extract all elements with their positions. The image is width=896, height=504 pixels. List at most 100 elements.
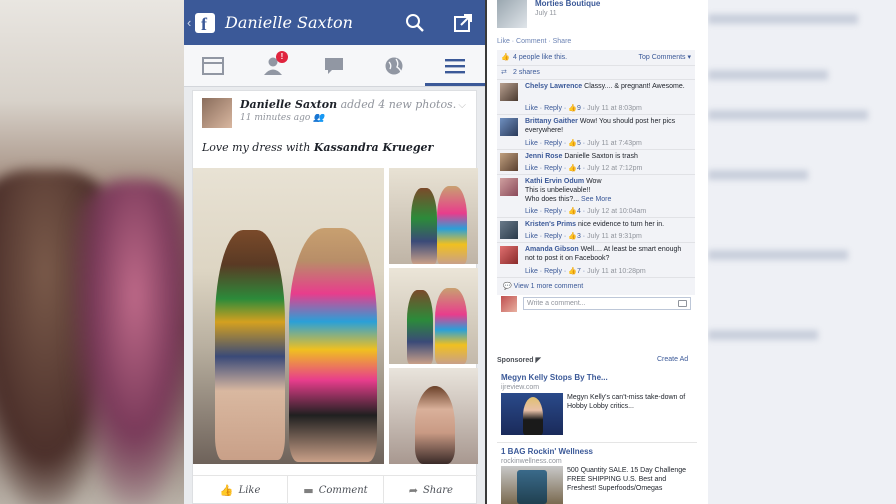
thumbs-up-icon: 👍 [568,233,577,240]
thumbs-up-icon: 👍 [219,484,234,497]
comment-icon: 💬 [503,283,512,290]
tagged-friend-link[interactable]: Kassandra Krueger [314,141,433,154]
profile-title: Danielle Saxton [225,13,353,32]
photo-thumb-2[interactable] [389,268,478,364]
create-ad-link[interactable]: Create Ad [657,356,688,363]
commenter-name[interactable]: Kristen's Prims [525,221,576,228]
post-action: added 4 new photos. [340,98,457,111]
post-text: Love my dress with Kassandra Krueger [202,141,434,154]
ad-url: rockinwellness.com [501,458,562,465]
avatar[interactable] [500,153,518,171]
comment-input[interactable]: Write a comment... [523,297,691,310]
commenter-name[interactable]: Jenni Rose [525,153,562,160]
comment-meta: Like · Reply · 👍3 · July 11 at 9:31pm [525,233,642,240]
comment-reply-link[interactable]: Reply [544,105,562,112]
comment-reply-link[interactable]: Reply [544,233,562,240]
ad-image[interactable] [501,466,563,504]
post-timestamp[interactable]: 11 minutes ago 👥 [240,113,324,123]
comment-like-link[interactable]: Like [525,208,538,215]
avatar[interactable] [202,98,232,128]
comment-reply-link[interactable]: Reply [544,268,562,275]
comment-like-link[interactable]: Like [525,268,538,275]
chevron-down-icon[interactable]: ⌵ [458,100,466,111]
screenshot: ‹ f Danielle Saxton ! Danielle Saxton ad… [0,0,896,504]
notification-badge: ! [276,51,288,63]
comments-column: Morties Boutique July 11 Like · Comment … [487,0,708,504]
ad-title-link[interactable]: 1 BAG Rockin' Wellness [501,447,593,456]
write-comment-row: Write a comment... [501,296,691,312]
comment-1: Chelsy Lawrence Classy.... & pregnant! A… [497,80,695,115]
page-name-link[interactable]: Morties Boutique [535,0,600,8]
comment-meta: Like · Reply · 👍4 · July 12 at 10:04am [525,208,647,215]
commenter-name[interactable]: Chelsy Lawrence [525,83,582,90]
avatar[interactable] [500,246,518,264]
comment-text: Danielle Saxton is trash [564,153,638,160]
comment-like-link[interactable]: Like [525,165,538,172]
comment-like-link[interactable]: Like [525,140,538,147]
camera-icon[interactable] [678,300,687,307]
comment-reply-link[interactable]: Reply [544,208,562,215]
active-tab-indicator [425,83,485,86]
share-icon: ⇄ [501,69,507,76]
avatar[interactable] [500,221,518,239]
post-header: Danielle Saxton added 4 new photos. [240,98,456,111]
search-icon[interactable] [404,12,426,34]
post-actions: 👍 Like ▬ Comment ➦ Share [193,475,478,504]
comment-like-link[interactable]: Like [525,105,538,112]
see-more-link[interactable]: See More [581,196,611,203]
photo-thumb-1[interactable] [389,168,478,264]
ad-description: 500 Quantity SALE. 15 Day Challenge FREE… [567,467,687,492]
page-post-date[interactable]: July 11 [535,10,557,17]
facebook-topbar: ‹ f Danielle Saxton [184,0,485,45]
ad-image[interactable] [501,393,563,435]
comments-box: 👍 4 people like this. Top Comments ▾ ⇄ 2 s… [497,50,695,312]
facebook-logo-icon[interactable]: f [195,13,215,34]
share-arrow-icon: ➦ [408,484,418,497]
comment-text: Classy.... & pregnant! Awesome. [584,83,685,90]
thumbs-up-icon: 👍 [568,208,577,215]
commenter-name[interactable]: Kathi Ervin Odum [525,178,584,185]
thumbs-up-icon: 👍 [568,268,577,275]
photo-main[interactable] [193,168,384,464]
blurred-backdrop-right [708,0,896,504]
like-button[interactable]: 👍 Like [193,476,289,504]
ad-title-link[interactable]: Megyn Kelly Stops By The... [501,373,608,382]
comment-reply-link[interactable]: Reply [544,140,562,147]
comment-meta: Like · Reply · 👍5 · July 11 at 7:43pm [525,140,642,147]
messages-icon[interactable] [323,56,345,76]
share-button[interactable]: ➦ Share [384,476,478,504]
share-out-icon[interactable] [452,12,474,34]
news-feed-icon[interactable] [202,56,224,76]
post-card: Danielle Saxton added 4 new photos. 11 m… [192,90,478,504]
comment-4: Kathi Ervin Odum Wow This is unbelievabl… [497,175,695,218]
blurred-backdrop-left [0,0,185,504]
comment-icon: ▬ [303,484,314,497]
ad-url: ijreview.com [501,384,540,391]
top-comments-dropdown[interactable]: Top Comments ▾ [638,53,691,61]
comment-meta: Like · Reply · 👍9 · July 11 at 8:03pm [525,105,642,112]
thumbs-up-icon: 👍 [568,165,577,172]
like-comment-share-links[interactable]: Like · Comment · Share [497,38,571,45]
view-more-comments-link[interactable]: 💬 View 1 more comment [503,282,583,290]
comment-reply-link[interactable]: Reply [544,165,562,172]
menu-icon[interactable] [444,56,466,76]
commenter-name[interactable]: Amanda Gibson [525,246,579,253]
comment-button[interactable]: ▬ Comment [288,476,384,504]
avatar[interactable] [500,118,518,136]
comment-meta: Like · Reply · 👍7 · July 11 at 10:28pm [525,268,646,275]
comment-5: Kristen's Prims nice evidence to turn he… [497,218,695,243]
commenter-name[interactable]: Brittany Gaither [525,118,578,125]
avatar[interactable] [500,83,518,101]
comment-2: Brittany Gaither Wow! You should post he… [497,115,695,150]
post-author-link[interactable]: Danielle Saxton [240,98,337,111]
avatar[interactable] [500,178,518,196]
photo-thumb-3[interactable] [389,368,478,464]
back-icon[interactable]: ‹ [187,15,191,30]
page-avatar[interactable] [497,0,527,28]
avatar[interactable] [501,296,517,312]
notifications-globe-icon[interactable] [383,56,405,76]
phone-screen: ‹ f Danielle Saxton ! Danielle Saxton ad… [184,0,485,504]
comment-like-link[interactable]: Like [525,233,538,240]
shares-summary[interactable]: ⇄ 2 shares [497,66,695,80]
ad-choices-icon[interactable]: ◤ [536,357,541,364]
